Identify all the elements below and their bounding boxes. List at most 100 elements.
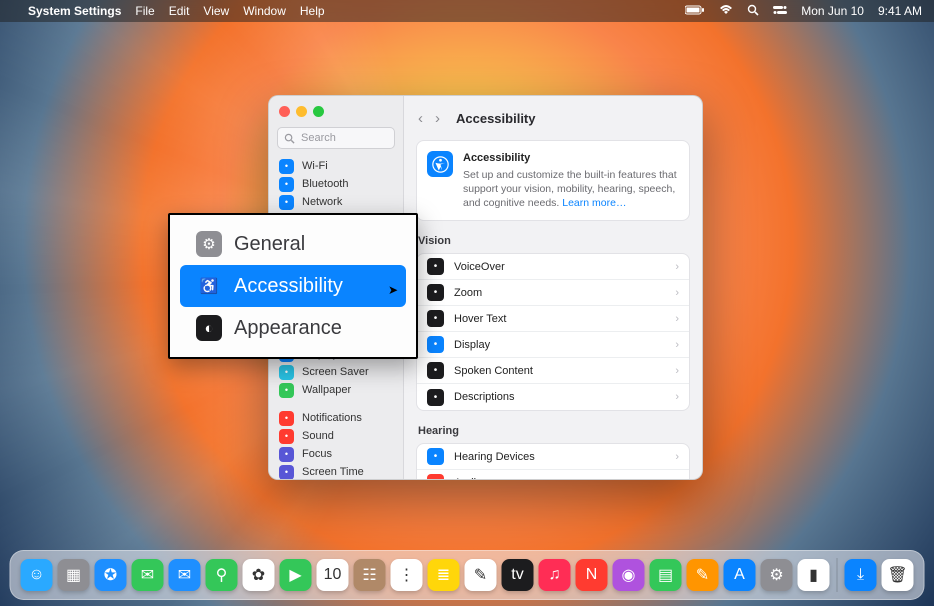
dock-app-messages[interactable]: ✉ bbox=[132, 559, 164, 591]
menu-window[interactable]: Window bbox=[243, 4, 286, 18]
dock-app-podcasts[interactable]: ◉ bbox=[613, 559, 645, 591]
dock-app-systemsettings[interactable]: ⚙ bbox=[761, 559, 793, 591]
dock-app-facetime[interactable]: ▶ bbox=[280, 559, 312, 591]
row-audio[interactable]: •Audio› bbox=[417, 470, 689, 479]
settings-content: ‹ › Accessibility Accessibility Set up a… bbox=[404, 96, 702, 479]
dock-app-contacts[interactable]: ☷ bbox=[354, 559, 386, 591]
callout-item-general[interactable]: ⚙ General bbox=[180, 223, 406, 265]
sidebar-item-network[interactable]: • Network bbox=[273, 193, 399, 211]
dock-app-iphone[interactable]: ▮ bbox=[798, 559, 830, 591]
chevron-right-icon: › bbox=[675, 313, 679, 325]
sidebar-item-label: Sound bbox=[302, 430, 334, 442]
sound-icon: • bbox=[279, 429, 294, 444]
menu-bar: System Settings File Edit View Window He… bbox=[0, 0, 934, 22]
control-center-icon[interactable] bbox=[773, 4, 787, 18]
info-heading: Accessibility bbox=[463, 151, 679, 166]
dock-app-maps[interactable]: ⚲ bbox=[206, 559, 238, 591]
dock-app-reminders[interactable]: ⋮ bbox=[391, 559, 423, 591]
app-menu[interactable]: System Settings bbox=[28, 4, 121, 18]
dock-app-app-store[interactable]: A bbox=[724, 559, 756, 591]
row-label: VoiceOver bbox=[454, 261, 505, 273]
appearance-icon: ◐ bbox=[196, 315, 222, 341]
sidebar-item-screen-time[interactable]: •Screen Time bbox=[273, 463, 399, 479]
chevron-right-icon: › bbox=[675, 261, 679, 273]
dock-app-notes[interactable]: ≣ bbox=[428, 559, 460, 591]
section-group-hearing: •Hearing Devices›•Audio›•Captions› bbox=[416, 443, 690, 479]
dock-app-freeform[interactable]: ✎ bbox=[465, 559, 497, 591]
row-label: Display bbox=[454, 339, 490, 351]
sidebar-item-wallpaper[interactable]: • Wallpaper bbox=[273, 381, 399, 399]
dock-app-numbers[interactable]: ▤ bbox=[650, 559, 682, 591]
menu-view[interactable]: View bbox=[203, 4, 229, 18]
dock-divider bbox=[837, 558, 838, 592]
row-voiceover[interactable]: •VoiceOver› bbox=[417, 254, 689, 280]
dock-app-trash[interactable]: 🗑 bbox=[882, 559, 914, 591]
sidebar-item-label: Screen Time bbox=[302, 466, 364, 478]
search-icon bbox=[284, 133, 295, 144]
wifi-icon[interactable] bbox=[719, 4, 733, 18]
dock-app-safari[interactable]: ✪ bbox=[95, 559, 127, 591]
learn-more-link[interactable]: Learn more… bbox=[562, 197, 626, 209]
callout-item-label: General bbox=[234, 233, 305, 256]
network-icon: • bbox=[279, 195, 294, 210]
window-zoom-button[interactable] bbox=[313, 106, 324, 117]
menu-file[interactable]: File bbox=[135, 4, 154, 18]
content-scroll[interactable]: Accessibility Set up and customize the b… bbox=[404, 140, 702, 479]
sidebar-item-focus[interactable]: • Focus bbox=[273, 445, 399, 463]
window-minimize-button[interactable] bbox=[296, 106, 307, 117]
dock-app-pages[interactable]: ✎ bbox=[687, 559, 719, 591]
callout-item-label: Accessibility bbox=[234, 275, 343, 298]
sidebar-item-label: Wallpaper bbox=[302, 384, 351, 396]
sidebar-item-label: Network bbox=[302, 196, 342, 208]
row-descriptions[interactable]: •Descriptions› bbox=[417, 384, 689, 410]
row-hover-text[interactable]: •Hover Text› bbox=[417, 306, 689, 332]
row-label: Spoken Content bbox=[454, 365, 533, 377]
wallpaper-icon: • bbox=[279, 383, 294, 398]
focus-icon: • bbox=[279, 447, 294, 462]
sidebar-item-notifications[interactable]: •Notifications bbox=[273, 409, 399, 427]
nav-back-button[interactable]: ‹ bbox=[416, 108, 425, 129]
row-spoken-content[interactable]: •Spoken Content› bbox=[417, 358, 689, 384]
menu-edit[interactable]: Edit bbox=[169, 4, 190, 18]
menubar-date[interactable]: Mon Jun 10 bbox=[801, 4, 864, 18]
section-label-hearing: Hearing bbox=[418, 425, 688, 437]
callout-item-accessibility[interactable]: ♿Accessibility bbox=[180, 265, 406, 307]
menu-help[interactable]: Help bbox=[300, 4, 325, 18]
spoken-icon: • bbox=[427, 362, 444, 379]
section-group-vision: •VoiceOver›•Zoom›•Hover Text›•Display›•S… bbox=[416, 253, 690, 411]
chevron-right-icon: › bbox=[675, 391, 679, 403]
window-close-button[interactable] bbox=[279, 106, 290, 117]
row-label: Hover Text bbox=[454, 313, 506, 325]
sidebar-item-sound[interactable]: • Sound bbox=[273, 427, 399, 445]
menubar-time[interactable]: 9:41 AM bbox=[878, 4, 922, 18]
screen-saver-icon: • bbox=[279, 365, 294, 380]
sidebar-search-input[interactable]: Search bbox=[277, 127, 395, 149]
chevron-right-icon: › bbox=[675, 477, 679, 479]
dock-app-downloads[interactable]: ⤓ bbox=[845, 559, 877, 591]
callout-item-appearance[interactable]: ◐Appearance bbox=[180, 307, 406, 349]
chevron-right-icon: › bbox=[675, 287, 679, 299]
row-hearing-devices[interactable]: •Hearing Devices› bbox=[417, 444, 689, 470]
dock-app-finder[interactable]: ☺ bbox=[21, 559, 53, 591]
dock-app-music[interactable]: ♫ bbox=[539, 559, 571, 591]
dock-app-mail[interactable]: ✉ bbox=[169, 559, 201, 591]
row-display[interactable]: •Display› bbox=[417, 332, 689, 358]
spotlight-icon[interactable] bbox=[747, 4, 759, 19]
gear-icon: ⚙ bbox=[196, 231, 222, 257]
sidebar-item-bluetooth[interactable]: •Bluetooth bbox=[273, 175, 399, 193]
audio-icon: • bbox=[427, 474, 444, 479]
dock-app-tv[interactable]: tv bbox=[502, 559, 534, 591]
dock-app-calendar[interactable]: 10 bbox=[317, 559, 349, 591]
dock-app-news[interactable]: N bbox=[576, 559, 608, 591]
sidebar-item-label: Screen Saver bbox=[302, 366, 369, 378]
dock-app-photos[interactable]: ✿ bbox=[243, 559, 275, 591]
sidebar-item-wi-fi[interactable]: •Wi-Fi bbox=[273, 157, 399, 175]
row-zoom[interactable]: •Zoom› bbox=[417, 280, 689, 306]
dock-app-launchpad[interactable]: ▦ bbox=[58, 559, 90, 591]
sidebar-item-screen-saver[interactable]: • Screen Saver bbox=[273, 363, 399, 381]
chevron-right-icon: › bbox=[675, 451, 679, 463]
sidebar-item-label: Focus bbox=[302, 448, 332, 460]
battery-icon[interactable] bbox=[685, 4, 705, 18]
nav-forward-button[interactable]: › bbox=[433, 108, 442, 129]
sidebar-item-label: Wi-Fi bbox=[302, 160, 328, 172]
